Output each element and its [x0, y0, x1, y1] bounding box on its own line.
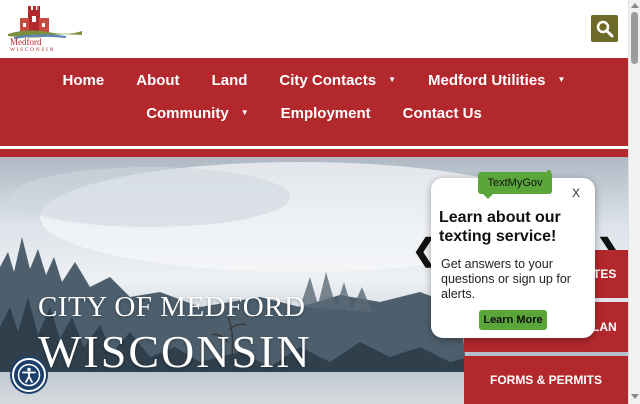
nav-row-secondary: Community ▼ Employment Contact Us: [0, 103, 628, 123]
search-button[interactable]: [591, 15, 618, 42]
learn-more-button[interactable]: Learn More: [479, 310, 547, 330]
popup-body: Get answers to your questions or sign up…: [441, 257, 571, 301]
nav-item-label: Employment: [280, 104, 371, 122]
nav-item-label: About: [136, 71, 180, 89]
hero-title-line2: WISCONSIN: [38, 326, 312, 377]
nav-item-home[interactable]: Home: [47, 70, 121, 90]
textmygov-popup: TextMyGov X Learn about our texting serv…: [431, 170, 595, 338]
caret-down-icon: ▼: [557, 75, 566, 84]
nav-item-medford-utilities[interactable]: Medford Utilities ▼: [412, 70, 581, 90]
logo-state-name: WISCONSIN: [10, 47, 55, 53]
caret-down-icon: ▼: [388, 75, 397, 84]
scroll-thumb[interactable]: [631, 12, 638, 64]
nav-item-label: Home: [62, 71, 105, 89]
badge-tail: [481, 192, 495, 199]
nav-row-primary: Home About Land City Contacts ▼ Medford U…: [0, 70, 628, 90]
search-icon: [596, 20, 613, 37]
nav-item-employment[interactable]: Employment: [265, 103, 387, 123]
quick-link-label: FORMS & PERMITS: [489, 373, 602, 387]
logo-city-name: Medford: [10, 37, 42, 47]
main-navigation: Home About Land City Contacts ▼ Medford U…: [0, 58, 628, 146]
nav-item-label: Contact Us: [402, 104, 482, 122]
nav-bottom-band: [0, 149, 628, 157]
castle-logo-icon: [8, 6, 82, 39]
nav-item-land[interactable]: Land: [196, 70, 264, 90]
nav-item-label: Land: [211, 71, 248, 89]
scroll-down-arrow-icon[interactable]: [631, 394, 639, 399]
medford-logo[interactable]: Medford WISCONSIN: [8, 4, 82, 54]
popup-title: Learn about our texting service!: [439, 209, 561, 245]
nav-item-community[interactable]: Community ▼: [130, 103, 264, 123]
quick-link-label: LAN: [592, 320, 617, 334]
accessibility-icon: [17, 363, 41, 387]
nav-item-city-contacts[interactable]: City Contacts ▼: [263, 70, 412, 90]
quick-link-label: TES: [593, 267, 617, 281]
caret-down-icon: ▼: [240, 108, 249, 117]
nav-item-label: Community: [146, 104, 229, 122]
nav-item-about[interactable]: About: [120, 70, 195, 90]
nav-item-contact-us[interactable]: Contact Us: [387, 103, 498, 123]
accessibility-button[interactable]: [12, 358, 46, 392]
forms-permits-link[interactable]: FORMS & PERMITS: [464, 356, 628, 404]
page: Medford WISCONSIN Home About Land City C…: [0, 0, 640, 404]
scroll-up-arrow-icon[interactable]: [631, 3, 639, 8]
textmygov-badge: TextMyGov: [478, 172, 552, 194]
hero-title-line1: CITY OF MEDFORD: [38, 291, 306, 323]
nav-item-label: City Contacts: [279, 71, 377, 89]
nav-item-label: Medford Utilities: [428, 71, 546, 89]
badge-dot: [547, 170, 551, 174]
popup-close-button[interactable]: X: [572, 186, 580, 200]
vertical-scrollbar[interactable]: [628, 0, 640, 404]
site-header: Medford WISCONSIN: [0, 0, 628, 58]
